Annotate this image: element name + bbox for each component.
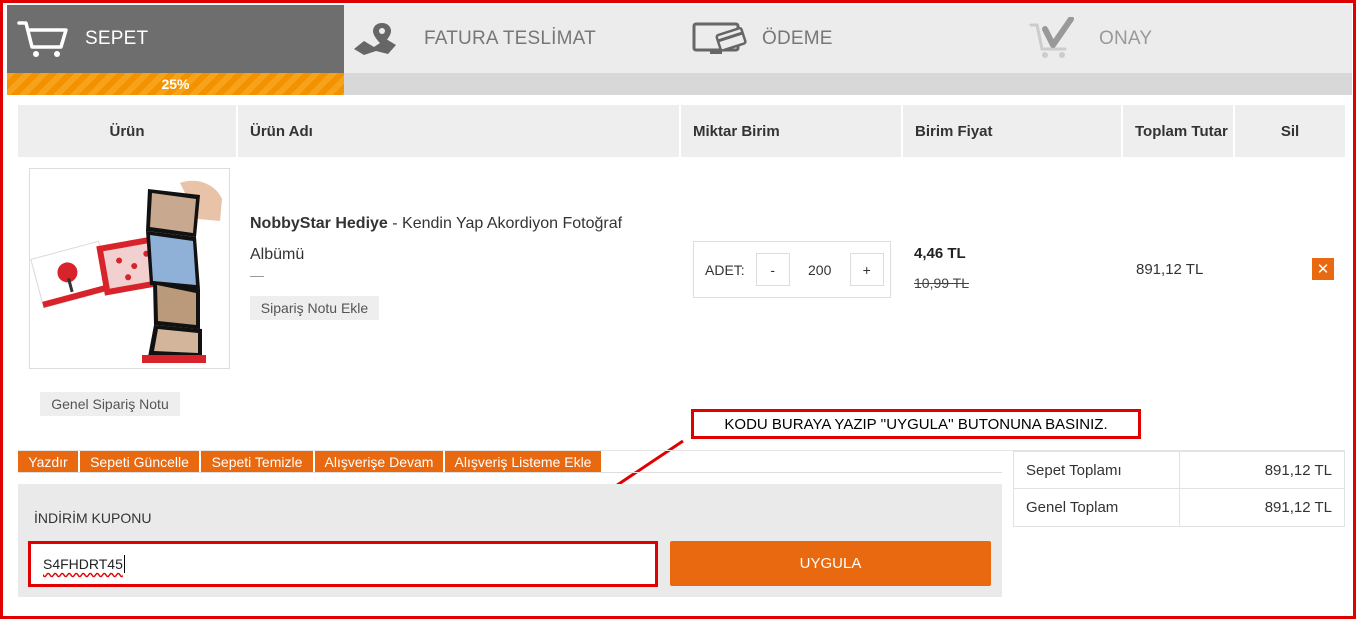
checkout-steps: SEPET FATURA TESLİMAT ÖDEME ONAY 25%	[7, 5, 1352, 95]
step-label: ÖDEME	[762, 28, 833, 49]
totals-value: 891,12 TL	[1264, 461, 1332, 479]
old-unit-price: 10,99 TL	[914, 275, 970, 291]
coupon-section: İNDİRİM KUPONU S4FHDRT45 UYGULA	[18, 484, 1002, 597]
totals-row: Genel Toplam 891,12 TL	[1014, 489, 1344, 526]
add-order-note-button[interactable]: Sipariş Notu Ekle	[250, 296, 379, 320]
divider-dash	[250, 276, 264, 277]
header-miktar: Miktar Birim	[681, 105, 903, 157]
step-fatura-teslimat[interactable]: FATURA TESLİMAT	[352, 5, 596, 73]
product-image[interactable]	[29, 168, 230, 369]
clear-cart-button[interactable]: Sepeti Temizle	[201, 451, 313, 472]
totals-label: Genel Toplam	[1014, 489, 1180, 526]
progress-bar: 25%	[7, 73, 1352, 95]
text-cursor	[123, 555, 125, 573]
add-to-list-button[interactable]: Alışveriş Listeme Ekle	[445, 451, 601, 472]
cart-actions: Yazdır Sepeti Güncelle Sepeti Temizle Al…	[18, 451, 603, 472]
step-onay[interactable]: ONAY	[1029, 5, 1152, 73]
step-label: SEPET	[85, 28, 149, 49]
header-toplam-tutar: Toplam Tutar	[1123, 105, 1235, 157]
card-payment-icon	[692, 22, 747, 54]
shopping-cart-icon	[17, 21, 68, 57]
step-label: FATURA TESLİMAT	[424, 28, 596, 49]
quantity-stepper: ADET: - 200 +	[693, 241, 891, 298]
cart-check-icon	[1029, 17, 1074, 58]
continue-shopping-button[interactable]: Alışverişe Devam	[315, 451, 443, 472]
cart-table-header: Ürün Ürün Adı Miktar Birim Birim Fiyat T…	[18, 105, 1345, 157]
progress-label: 25%	[161, 76, 190, 92]
header-urun-adi: Ürün Adı	[238, 105, 681, 157]
product-name[interactable]: NobbyStar Hediye - Kendin Yap Akordiyon …	[250, 208, 670, 270]
header-birim-fiyat: Birim Fiyat	[903, 105, 1123, 157]
print-button[interactable]: Yazdır	[18, 451, 78, 472]
instruction-annotation: KODU BURAYA YAZIP ''UYGULA'' BUTONUNA BA…	[691, 409, 1141, 439]
update-cart-button[interactable]: Sepeti Güncelle	[80, 451, 199, 472]
map-location-icon	[354, 23, 396, 55]
decrease-quantity-button[interactable]: -	[755, 253, 790, 286]
step-label: ONAY	[1099, 28, 1153, 49]
totals-value: 891,12 TL	[1264, 499, 1332, 516]
apply-coupon-button[interactable]: UYGULA	[670, 541, 991, 586]
coupon-input[interactable]: S4FHDRT45	[28, 541, 658, 587]
step-sepet[interactable]: SEPET	[7, 5, 344, 73]
product-brand: NobbyStar Hediye	[250, 215, 388, 232]
coupon-input-value: S4FHDRT45	[43, 556, 123, 572]
header-sil: Sil	[1280, 122, 1300, 140]
header-urun: Ürün	[18, 105, 238, 157]
step-odeme[interactable]: ÖDEME	[692, 5, 833, 73]
line-total: 891,12 TL	[1136, 261, 1204, 278]
coupon-label: İNDİRİM KUPONU	[34, 510, 152, 526]
totals-label: Sepet Toplamı	[1014, 452, 1180, 488]
product-separator: -	[387, 215, 403, 232]
photo-album-illustration	[30, 180, 222, 363]
cart-totals: Sepet Toplamı 891,12 TL Genel Toplam 891…	[1013, 451, 1345, 527]
unit-price: 4,46 TL	[914, 245, 966, 262]
quantity-value[interactable]: 200	[790, 262, 850, 278]
delete-item-button[interactable]: ✕	[1312, 258, 1334, 280]
increase-quantity-button[interactable]: +	[849, 253, 884, 286]
actions-divider	[18, 472, 1002, 473]
totals-row: Sepet Toplamı 891,12 TL	[1014, 452, 1344, 489]
general-order-note-button[interactable]: Genel Sipariş Notu	[40, 392, 180, 416]
quantity-label: ADET:	[705, 261, 745, 278]
